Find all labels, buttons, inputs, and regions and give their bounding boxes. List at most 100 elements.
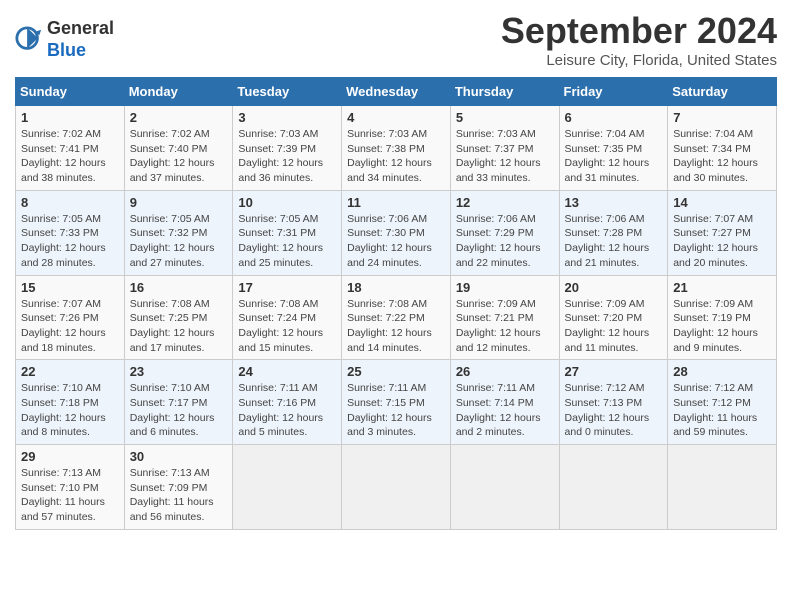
col-sunday: Sunday — [16, 78, 125, 106]
calendar-cell: 27 Sunrise: 7:12 AM Sunset: 7:13 PM Dayli… — [559, 360, 668, 445]
day-number: 10 — [238, 195, 336, 210]
day-number: 29 — [21, 449, 119, 464]
day-info: Sunrise: 7:11 AM Sunset: 7:16 PM Dayligh… — [238, 381, 336, 440]
day-number: 11 — [347, 195, 445, 210]
day-info: Sunrise: 7:09 AM Sunset: 7:21 PM Dayligh… — [456, 297, 554, 356]
calendar-cell — [342, 445, 451, 530]
day-info: Sunrise: 7:06 AM Sunset: 7:30 PM Dayligh… — [347, 212, 445, 271]
day-number: 16 — [130, 280, 228, 295]
logo-icon — [15, 26, 43, 54]
day-info: Sunrise: 7:06 AM Sunset: 7:28 PM Dayligh… — [565, 212, 663, 271]
day-info: Sunrise: 7:07 AM Sunset: 7:26 PM Dayligh… — [21, 297, 119, 356]
day-info: Sunrise: 7:13 AM Sunset: 7:09 PM Dayligh… — [130, 466, 228, 525]
calendar-cell — [450, 445, 559, 530]
day-info: Sunrise: 7:08 AM Sunset: 7:25 PM Dayligh… — [130, 297, 228, 356]
day-info: Sunrise: 7:04 AM Sunset: 7:34 PM Dayligh… — [673, 127, 771, 186]
calendar-cell: 17 Sunrise: 7:08 AM Sunset: 7:24 PM Dayli… — [233, 275, 342, 360]
day-number: 12 — [456, 195, 554, 210]
calendar-cell: 26 Sunrise: 7:11 AM Sunset: 7:14 PM Dayli… — [450, 360, 559, 445]
col-thursday: Thursday — [450, 78, 559, 106]
calendar-cell: 4 Sunrise: 7:03 AM Sunset: 7:38 PM Daylig… — [342, 106, 451, 191]
calendar-cell — [668, 445, 777, 530]
calendar-cell: 9 Sunrise: 7:05 AM Sunset: 7:32 PM Daylig… — [124, 190, 233, 275]
calendar-cell: 18 Sunrise: 7:08 AM Sunset: 7:22 PM Dayli… — [342, 275, 451, 360]
day-number: 30 — [130, 449, 228, 464]
day-number: 20 — [565, 280, 663, 295]
day-info: Sunrise: 7:11 AM Sunset: 7:15 PM Dayligh… — [347, 381, 445, 440]
day-info: Sunrise: 7:05 AM Sunset: 7:31 PM Dayligh… — [238, 212, 336, 271]
day-number: 1 — [21, 110, 119, 125]
day-info: Sunrise: 7:02 AM Sunset: 7:41 PM Dayligh… — [21, 127, 119, 186]
day-number: 6 — [565, 110, 663, 125]
calendar-cell: 14Sunrise: 7:07 AM Sunset: 7:27 PM Dayli… — [668, 190, 777, 275]
day-info: Sunrise: 7:13 AM Sunset: 7:10 PM Dayligh… — [21, 466, 119, 525]
calendar-header: Sunday Monday Tuesday Wednesday Thursday… — [16, 78, 777, 106]
day-number: 27 — [565, 364, 663, 379]
day-number: 22 — [21, 364, 119, 379]
day-number: 25 — [347, 364, 445, 379]
calendar-cell: 10 Sunrise: 7:05 AM Sunset: 7:31 PM Dayli… — [233, 190, 342, 275]
day-number: 13 — [565, 195, 663, 210]
calendar-week-1: 1 Sunrise: 7:02 AM Sunset: 7:41 PM Daylig… — [16, 106, 777, 191]
day-info: Sunrise: 7:05 AM Sunset: 7:32 PM Dayligh… — [130, 212, 228, 271]
calendar-week-3: 15 Sunrise: 7:07 AM Sunset: 7:26 PM Dayli… — [16, 275, 777, 360]
day-number: 4 — [347, 110, 445, 125]
calendar-cell: 19Sunrise: 7:09 AM Sunset: 7:21 PM Dayli… — [450, 275, 559, 360]
day-info: Sunrise: 7:11 AM Sunset: 7:14 PM Dayligh… — [456, 381, 554, 440]
calendar-table: Sunday Monday Tuesday Wednesday Thursday… — [15, 77, 777, 530]
calendar-cell: 25 Sunrise: 7:11 AM Sunset: 7:15 PM Dayli… — [342, 360, 451, 445]
calendar-cell: 3 Sunrise: 7:03 AM Sunset: 7:39 PM Daylig… — [233, 106, 342, 191]
day-number: 18 — [347, 280, 445, 295]
calendar-week-2: 8 Sunrise: 7:05 AM Sunset: 7:33 PM Daylig… — [16, 190, 777, 275]
calendar-cell: 23 Sunrise: 7:10 AM Sunset: 7:17 PM Dayli… — [124, 360, 233, 445]
day-info: Sunrise: 7:02 AM Sunset: 7:40 PM Dayligh… — [130, 127, 228, 186]
day-number: 15 — [21, 280, 119, 295]
day-info: Sunrise: 7:05 AM Sunset: 7:33 PM Dayligh… — [21, 212, 119, 271]
day-info: Sunrise: 7:12 AM Sunset: 7:12 PM Dayligh… — [673, 381, 771, 440]
calendar-body: 1 Sunrise: 7:02 AM Sunset: 7:41 PM Daylig… — [16, 106, 777, 530]
logo: General Blue — [15, 18, 114, 61]
calendar-cell: 29 Sunrise: 7:13 AM Sunset: 7:10 PM Dayli… — [16, 445, 125, 530]
day-number: 17 — [238, 280, 336, 295]
day-number: 3 — [238, 110, 336, 125]
day-info: Sunrise: 7:10 AM Sunset: 7:17 PM Dayligh… — [130, 381, 228, 440]
calendar-cell: 28 Sunrise: 7:12 AM Sunset: 7:12 PM Dayli… — [668, 360, 777, 445]
calendar-cell: 22 Sunrise: 7:10 AM Sunset: 7:18 PM Dayli… — [16, 360, 125, 445]
day-number: 21 — [673, 280, 771, 295]
day-info: Sunrise: 7:03 AM Sunset: 7:38 PM Dayligh… — [347, 127, 445, 186]
day-number: 9 — [130, 195, 228, 210]
day-info: Sunrise: 7:12 AM Sunset: 7:13 PM Dayligh… — [565, 381, 663, 440]
calendar-cell: 7Sunrise: 7:04 AM Sunset: 7:34 PM Daylig… — [668, 106, 777, 191]
calendar-cell: 8 Sunrise: 7:05 AM Sunset: 7:33 PM Daylig… — [16, 190, 125, 275]
day-info: Sunrise: 7:03 AM Sunset: 7:39 PM Dayligh… — [238, 127, 336, 186]
calendar-cell: 6 Sunrise: 7:04 AM Sunset: 7:35 PM Daylig… — [559, 106, 668, 191]
header-row: Sunday Monday Tuesday Wednesday Thursday… — [16, 78, 777, 106]
page-header: General Blue September 2024 Leisure City… — [15, 10, 777, 69]
day-number: 8 — [21, 195, 119, 210]
day-info: Sunrise: 7:04 AM Sunset: 7:35 PM Dayligh… — [565, 127, 663, 186]
day-info: Sunrise: 7:06 AM Sunset: 7:29 PM Dayligh… — [456, 212, 554, 271]
day-info: Sunrise: 7:08 AM Sunset: 7:24 PM Dayligh… — [238, 297, 336, 356]
calendar-cell: 21Sunrise: 7:09 AM Sunset: 7:19 PM Dayli… — [668, 275, 777, 360]
day-number: 24 — [238, 364, 336, 379]
col-tuesday: Tuesday — [233, 78, 342, 106]
calendar-cell: 30 Sunrise: 7:13 AM Sunset: 7:09 PM Dayli… — [124, 445, 233, 530]
calendar-cell: 2 Sunrise: 7:02 AM Sunset: 7:40 PM Daylig… — [124, 106, 233, 191]
day-number: 2 — [130, 110, 228, 125]
day-number: 14 — [673, 195, 771, 210]
logo-blue-text: Blue — [47, 40, 86, 60]
day-info: Sunrise: 7:10 AM Sunset: 7:18 PM Dayligh… — [21, 381, 119, 440]
calendar-cell — [559, 445, 668, 530]
logo-general-text: General — [47, 18, 114, 38]
day-info: Sunrise: 7:09 AM Sunset: 7:20 PM Dayligh… — [565, 297, 663, 356]
calendar-cell: 24 Sunrise: 7:11 AM Sunset: 7:16 PM Dayli… — [233, 360, 342, 445]
col-friday: Friday — [559, 78, 668, 106]
day-number: 28 — [673, 364, 771, 379]
day-number: 26 — [456, 364, 554, 379]
calendar-cell: 15 Sunrise: 7:07 AM Sunset: 7:26 PM Dayli… — [16, 275, 125, 360]
col-monday: Monday — [124, 78, 233, 106]
day-number: 23 — [130, 364, 228, 379]
calendar-week-4: 22 Sunrise: 7:10 AM Sunset: 7:18 PM Dayli… — [16, 360, 777, 445]
day-info: Sunrise: 7:08 AM Sunset: 7:22 PM Dayligh… — [347, 297, 445, 356]
col-wednesday: Wednesday — [342, 78, 451, 106]
